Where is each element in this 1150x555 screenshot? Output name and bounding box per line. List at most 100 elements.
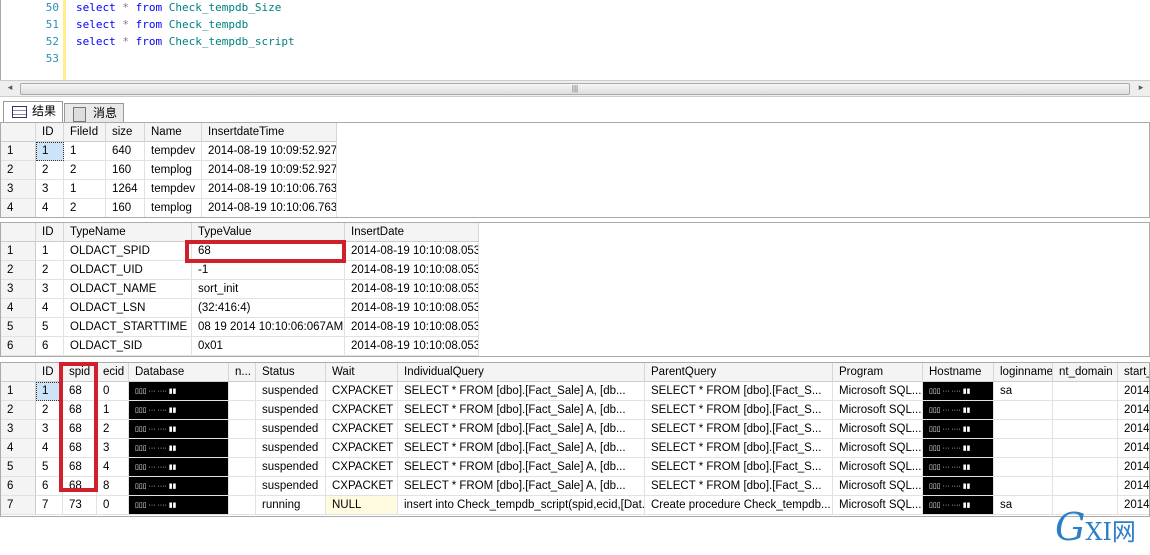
column-header[interactable]: n... <box>229 363 256 382</box>
table-cell[interactable]: ▯▯▯ ··· ···· ▮▮ <box>923 420 994 439</box>
table-cell[interactable] <box>994 401 1053 420</box>
table-cell[interactable]: 2014-08-19 10:10:08.053 <box>345 242 479 261</box>
result-grid-1[interactable]: ID FileId size Name InsertdateTime 1 1 1 640 temp… <box>0 122 1150 218</box>
table-cell[interactable]: 0x01 <box>192 337 345 356</box>
table-cell[interactable]: 1 <box>36 242 64 261</box>
table-cell[interactable]: 3 <box>97 439 129 458</box>
table-cell[interactable] <box>994 477 1053 496</box>
table-cell[interactable]: ▯▯▯ ··· ···· ▮▮ <box>923 401 994 420</box>
table-cell[interactable]: 3 <box>36 180 64 199</box>
table-cell[interactable]: CXPACKET <box>326 382 398 401</box>
row-header[interactable]: 1 <box>1 382 36 401</box>
column-header[interactable]: ecid <box>97 363 129 382</box>
column-header[interactable]: Name <box>145 123 202 142</box>
table-cell[interactable]: 2 <box>36 161 64 180</box>
row-header[interactable]: 2 <box>1 161 36 180</box>
column-header[interactable]: loginname <box>994 363 1053 382</box>
table-cell[interactable]: ▯▯▯ ··· ···· ▮▮ <box>129 382 229 401</box>
table-cell[interactable]: sa <box>994 496 1053 515</box>
table-cell[interactable]: ▯▯▯ ··· ···· ▮▮ <box>129 458 229 477</box>
table-cell[interactable]: ▯▯▯ ··· ···· ▮▮ <box>129 439 229 458</box>
scroll-left-arrow-icon[interactable]: ◂ <box>3 82 17 96</box>
table-cell[interactable]: 73 <box>63 496 97 515</box>
table-cell[interactable]: 640 <box>106 142 145 161</box>
table-cell[interactable]: SELECT * FROM [dbo].[Fact_S... <box>645 477 833 496</box>
column-header[interactable]: size <box>106 123 145 142</box>
table-cell[interactable]: SELECT * FROM [dbo].[Fact_S... <box>645 382 833 401</box>
table-cell[interactable]: 2 <box>64 161 106 180</box>
table-cell[interactable]: OLDACT_STARTTIME <box>64 318 192 337</box>
table-cell[interactable]: 3 <box>36 280 64 299</box>
table-cell[interactable]: 2014-08-19 10:10:08.053 <box>345 337 479 356</box>
row-header[interactable]: 4 <box>1 439 36 458</box>
table-cell[interactable]: SELECT * FROM [dbo].[Fact_Sale] A, [db..… <box>398 401 645 420</box>
table-cell[interactable]: 2014-08-19 10:10:06.763 <box>202 180 337 199</box>
code-line[interactable]: select * from Check_tempdb_Size <box>76 1 281 14</box>
column-header[interactable]: nt_domain <box>1053 363 1118 382</box>
table-cell[interactable]: 5 <box>36 318 64 337</box>
table-cell[interactable]: Microsoft SQL... <box>833 439 923 458</box>
column-header[interactable]: Hostname <box>923 363 994 382</box>
table-cell[interactable]: 1264 <box>106 180 145 199</box>
row-header[interactable]: 3 <box>1 180 36 199</box>
column-header[interactable]: IndividualQuery <box>398 363 645 382</box>
table-cell[interactable]: 6 <box>36 337 64 356</box>
scrollbar-thumb[interactable]: ||| <box>20 83 1130 95</box>
table-cell[interactable]: ▯▯▯ ··· ···· ▮▮ <box>923 477 994 496</box>
table-cell[interactable]: SELECT * FROM [dbo].[Fact_Sale] A, [db..… <box>398 439 645 458</box>
row-header[interactable]: 3 <box>1 420 36 439</box>
row-header[interactable]: 6 <box>1 477 36 496</box>
table-cell[interactable]: Create procedure Check_tempdb... <box>645 496 833 515</box>
table-cell[interactable]: 0 <box>97 382 129 401</box>
table-cell[interactable] <box>994 439 1053 458</box>
table-cell[interactable]: ▯▯▯ ··· ···· ▮▮ <box>923 439 994 458</box>
table-cell[interactable]: CXPACKET <box>326 401 398 420</box>
table-cell[interactable]: OLDACT_SID <box>64 337 192 356</box>
table-cell[interactable]: ▯▯▯ ··· ···· ▮▮ <box>923 382 994 401</box>
row-header[interactable]: 3 <box>1 280 36 299</box>
row-header[interactable]: 1 <box>1 242 36 261</box>
table-cell[interactable] <box>229 401 256 420</box>
table-cell[interactable]: 2014 <box>1118 382 1149 401</box>
table-cell[interactable]: insert into Check_tempdb_script(spid,eci… <box>398 496 645 515</box>
table-cell[interactable]: 7 <box>36 496 63 515</box>
table-cell[interactable]: ▯▯▯ ··· ···· ▮▮ <box>129 401 229 420</box>
result-grid-2[interactable]: ID TypeName TypeValue InsertDate 1 1 OLDACT_SP… <box>0 222 1150 357</box>
table-cell[interactable]: SELECT * FROM [dbo].[Fact_Sale] A, [db..… <box>398 382 645 401</box>
table-cell[interactable]: 2014-08-19 10:10:08.053 <box>345 261 479 280</box>
table-cell[interactable]: 4 <box>36 199 64 217</box>
table-cell[interactable]: 2014 <box>1118 420 1149 439</box>
table-cell[interactable]: suspended <box>256 458 326 477</box>
table-cell[interactable]: SELECT * FROM [dbo].[Fact_S... <box>645 420 833 439</box>
editor-horizontal-scrollbar[interactable]: ◂ ||| ▸ <box>0 80 1150 97</box>
table-cell[interactable]: 1 <box>97 401 129 420</box>
column-header[interactable] <box>1 123 36 142</box>
row-header[interactable]: 5 <box>1 318 36 337</box>
table-cell[interactable] <box>1053 382 1118 401</box>
table-cell[interactable]: suspended <box>256 420 326 439</box>
table-cell[interactable]: templog <box>145 199 202 217</box>
table-cell[interactable] <box>1053 420 1118 439</box>
table-cell[interactable]: 2014 <box>1118 439 1149 458</box>
table-cell[interactable]: ▯▯▯ ··· ···· ▮▮ <box>129 496 229 515</box>
column-header[interactable] <box>1 363 36 382</box>
row-header[interactable]: 2 <box>1 261 36 280</box>
table-cell[interactable]: sort_init <box>192 280 345 299</box>
table-cell[interactable] <box>229 420 256 439</box>
row-header[interactable]: 4 <box>1 199 36 217</box>
table-cell[interactable] <box>1053 477 1118 496</box>
table-cell[interactable]: templog <box>145 161 202 180</box>
table-cell[interactable]: tempdev <box>145 142 202 161</box>
table-cell[interactable]: OLDACT_LSN <box>64 299 192 318</box>
table-cell[interactable]: Microsoft SQL... <box>833 496 923 515</box>
table-cell[interactable]: suspended <box>256 382 326 401</box>
table-cell[interactable]: 2 <box>36 261 64 280</box>
row-header[interactable]: 4 <box>1 299 36 318</box>
column-header[interactable]: TypeName <box>64 223 192 242</box>
table-cell[interactable]: OLDACT_SPID <box>64 242 192 261</box>
table-cell[interactable]: OLDACT_UID <box>64 261 192 280</box>
table-cell[interactable]: suspended <box>256 477 326 496</box>
table-cell[interactable]: Microsoft SQL... <box>833 382 923 401</box>
table-cell[interactable]: SELECT * FROM [dbo].[Fact_S... <box>645 401 833 420</box>
table-cell[interactable]: ▯▯▯ ··· ···· ▮▮ <box>923 496 994 515</box>
